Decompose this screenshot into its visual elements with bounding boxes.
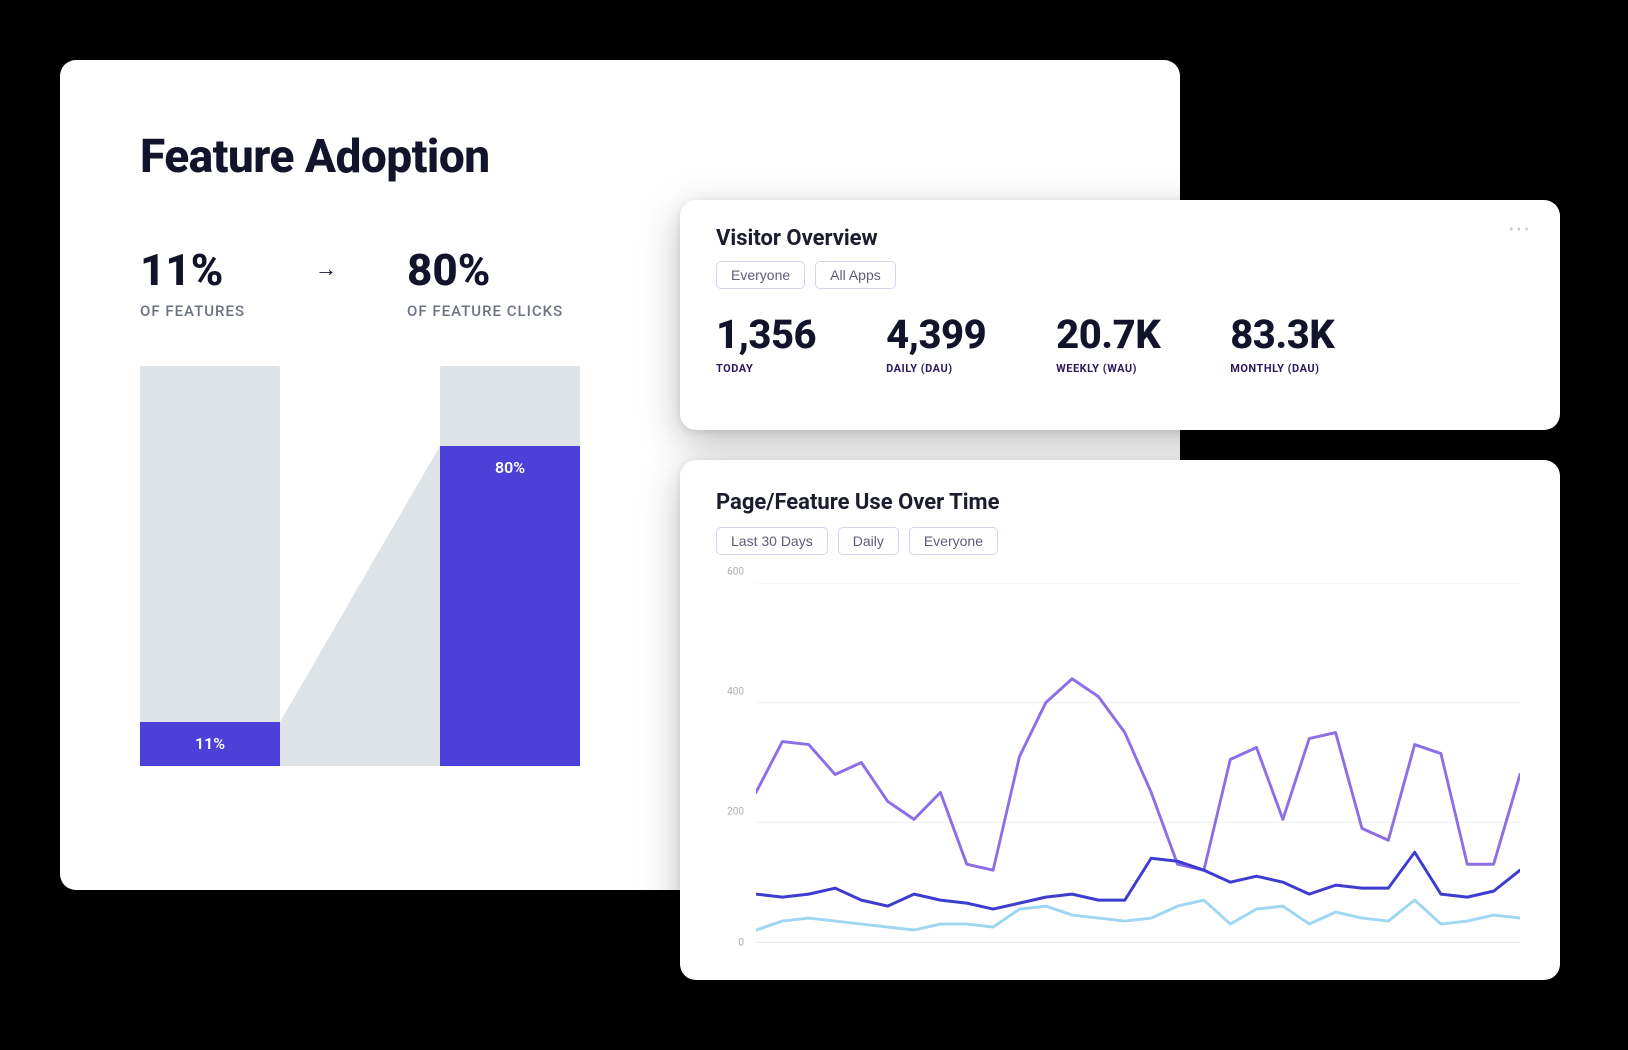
arrow-right-icon: → xyxy=(315,256,337,282)
page-feature-card: Page/Feature Use Over Time Last 30 Days … xyxy=(680,460,1560,980)
bar-of-feature-clicks-label: 80% xyxy=(495,458,525,477)
stat-today-label: TODAY xyxy=(716,362,816,375)
chart-plot-area xyxy=(756,583,1520,943)
more-actions-icon[interactable]: ••• xyxy=(1509,222,1532,238)
metric-of-feature-clicks: 80% OF FEATURE CLICKS xyxy=(407,244,563,320)
visitor-overview-card: ••• Visitor Overview Everyone All Apps 1… xyxy=(680,200,1560,430)
page-feature-filters: Last 30 Days Daily Everyone xyxy=(716,527,1524,555)
visitor-overview-stats: 1,356 TODAY 4,399 DAILY (DAU) 20.7K WEEK… xyxy=(716,311,1524,375)
filter-granularity[interactable]: Daily xyxy=(838,527,899,555)
stat-daily-label: DAILY (DAU) xyxy=(886,362,986,375)
stat-daily-value: 4,399 xyxy=(886,311,986,358)
y-tick-600: 600 xyxy=(727,567,744,578)
stat-weekly: 20.7K WEEKLY (WAU) xyxy=(1056,311,1160,375)
bar-of-feature-clicks-track: 80% xyxy=(440,366,580,766)
feature-adoption-bars: 11% 80% xyxy=(140,356,580,766)
bar-of-features-label: 11% xyxy=(195,734,225,753)
bar-of-feature-clicks-fill: 80% xyxy=(440,446,580,766)
metric-of-features: 11% OF FEATURES xyxy=(140,244,245,320)
stat-today: 1,356 TODAY xyxy=(716,311,816,375)
visitor-overview-title: Visitor Overview xyxy=(716,226,1524,251)
feature-adoption-title: Feature Adoption xyxy=(140,130,1100,184)
chart-y-axis: 0 200 400 600 xyxy=(716,583,750,943)
y-tick-0: 0 xyxy=(738,938,744,949)
metric-of-feature-clicks-value: 80% xyxy=(407,244,563,296)
page-feature-chart: 0 200 400 600 xyxy=(716,583,1524,963)
stat-daily: 4,399 DAILY (DAU) xyxy=(886,311,986,375)
stat-weekly-label: WEEKLY (WAU) xyxy=(1056,362,1160,375)
bar-of-features-fill: 11% xyxy=(140,722,280,766)
stat-today-value: 1,356 xyxy=(716,311,816,358)
stat-monthly: 83.3K MONTHLY (DAU) xyxy=(1230,311,1334,375)
filter-everyone[interactable]: Everyone xyxy=(716,261,805,289)
page-feature-title: Page/Feature Use Over Time xyxy=(716,490,1524,515)
stat-monthly-value: 83.3K xyxy=(1230,311,1334,358)
y-tick-200: 200 xyxy=(727,807,744,818)
y-tick-400: 400 xyxy=(727,687,744,698)
stat-monthly-label: MONTHLY (DAU) xyxy=(1230,362,1334,375)
metric-of-features-value: 11% xyxy=(140,244,245,296)
filter-segment[interactable]: Everyone xyxy=(909,527,998,555)
stat-weekly-value: 20.7K xyxy=(1056,311,1160,358)
metric-of-feature-clicks-label: OF FEATURE CLICKS xyxy=(407,302,563,320)
metric-of-features-label: OF FEATURES xyxy=(140,302,245,320)
filter-all-apps[interactable]: All Apps xyxy=(815,261,896,289)
filter-date-range[interactable]: Last 30 Days xyxy=(716,527,828,555)
bar-of-features-track: 11% xyxy=(140,366,280,766)
visitor-overview-filters: Everyone All Apps xyxy=(716,261,1524,289)
bar-bridge xyxy=(280,366,440,766)
